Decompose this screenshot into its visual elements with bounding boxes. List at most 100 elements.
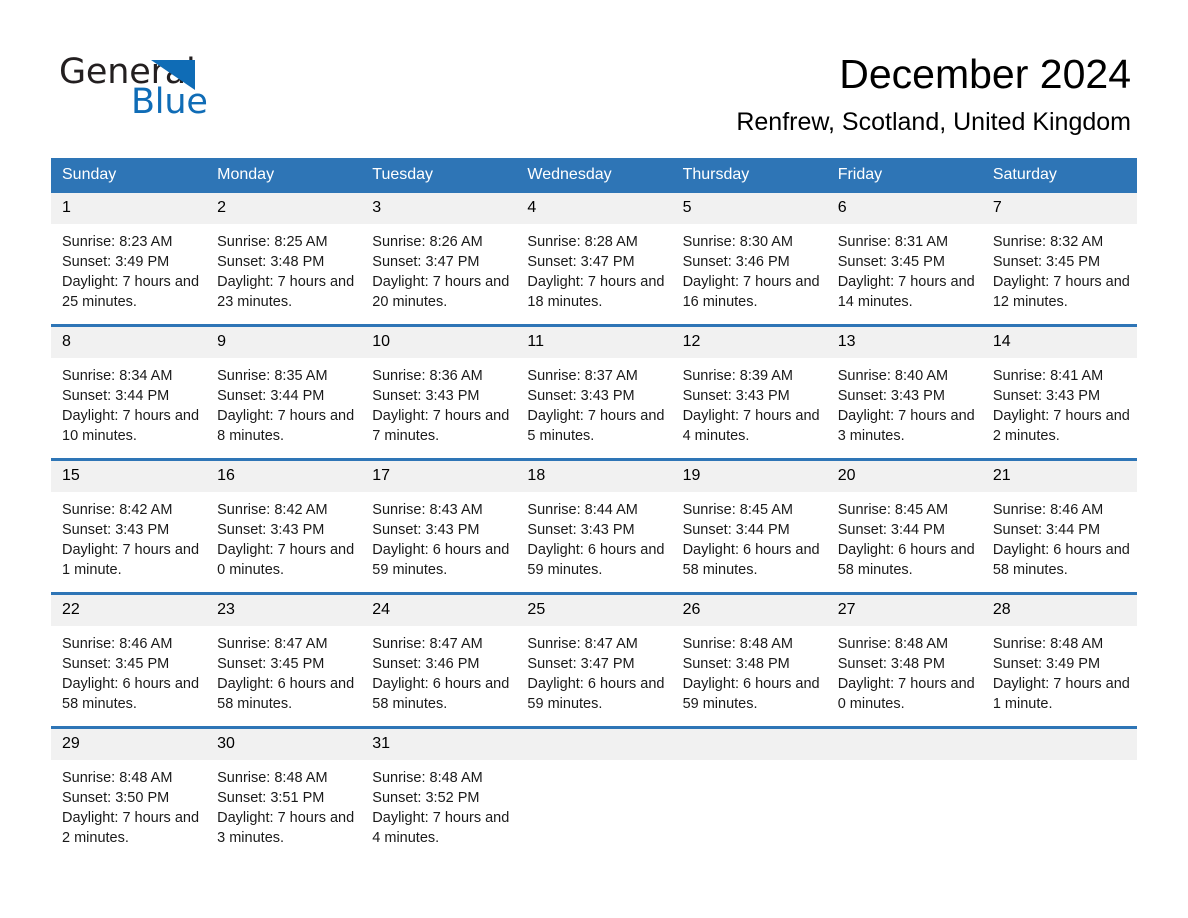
day-details: Sunrise: 8:42 AM Sunset: 3:43 PM Dayligh… [62,502,200,578]
calendar-day-cell[interactable]: 16 Sunrise: 8:42 AM Sunset: 3:43 PM Dayli… [206,461,362,578]
calendar-page: General Blue December 2024 Renfrew, Scot… [0,0,1188,918]
general-blue-logo: General Blue [59,52,289,124]
page-header: General Blue December 2024 Renfrew, Scot… [0,0,1188,152]
weekday-header-friday: Friday [826,158,982,193]
calendar-day-cell[interactable]: 31 Sunrise: 8:48 AM Sunset: 3:52 PM Dayli… [361,729,517,846]
calendar-day-cell[interactable]: 26 Sunrise: 8:48 AM Sunset: 3:48 PM Dayli… [671,595,827,712]
day-details: Sunrise: 8:37 AM Sunset: 3:43 PM Dayligh… [527,368,665,444]
calendar-day-cell[interactable]: 23 Sunrise: 8:47 AM Sunset: 3:45 PM Dayli… [206,595,362,712]
calendar-body: 1 Sunrise: 8:23 AM Sunset: 3:49 PM Daylig… [51,193,1137,846]
calendar-day-cell[interactable]: 2 Sunrise: 8:25 AM Sunset: 3:48 PM Daylig… [206,193,362,310]
day-number: 22 [51,595,207,626]
day-details: Sunrise: 8:45 AM Sunset: 3:44 PM Dayligh… [682,502,820,578]
day-number: 14 [981,327,1137,358]
day-details: Sunrise: 8:30 AM Sunset: 3:46 PM Dayligh… [682,234,820,310]
week-spacer [51,310,1137,326]
calendar-day-cell[interactable]: 17 Sunrise: 8:43 AM Sunset: 3:43 PM Dayli… [361,461,517,578]
calendar-day-cell[interactable]: 6 Sunrise: 8:31 AM Sunset: 3:45 PM Daylig… [826,193,982,310]
calendar-day-cell[interactable]: 9 Sunrise: 8:35 AM Sunset: 3:44 PM Daylig… [206,327,362,444]
weekday-header-sunday: Sunday [51,158,207,193]
day-number: 21 [981,461,1137,492]
calendar-day-cell[interactable]: 13 Sunrise: 8:40 AM Sunset: 3:43 PM Dayli… [826,327,982,444]
calendar-day-cell[interactable]: 1 Sunrise: 8:23 AM Sunset: 3:49 PM Daylig… [51,193,207,310]
day-number: 17 [361,461,517,492]
day-number: 19 [671,461,827,492]
day-details: Sunrise: 8:45 AM Sunset: 3:44 PM Dayligh… [837,502,975,578]
calendar-day-cell[interactable]: 21 Sunrise: 8:46 AM Sunset: 3:44 PM Dayli… [981,461,1137,578]
day-number: 26 [671,595,827,626]
calendar-day-cell[interactable]: 11 Sunrise: 8:37 AM Sunset: 3:43 PM Dayli… [516,327,672,444]
day-number: 12 [671,327,827,358]
day-details: Sunrise: 8:39 AM Sunset: 3:43 PM Dayligh… [682,368,820,444]
calendar-week-row: 29 Sunrise: 8:48 AM Sunset: 3:50 PM Dayli… [51,726,1137,846]
day-details: Sunrise: 8:46 AM Sunset: 3:45 PM Dayligh… [62,636,200,712]
weekday-header-thursday: Thursday [671,158,827,193]
calendar-day-cell[interactable]: 14 Sunrise: 8:41 AM Sunset: 3:43 PM Dayli… [981,327,1137,444]
calendar-day-cell[interactable]: 18 Sunrise: 8:44 AM Sunset: 3:43 PM Dayli… [516,461,672,578]
calendar-day-cell[interactable]: 7 Sunrise: 8:32 AM Sunset: 3:45 PM Daylig… [981,193,1137,310]
day-number: 16 [206,461,362,492]
calendar-day-cell[interactable]: 22 Sunrise: 8:46 AM Sunset: 3:45 PM Dayli… [51,595,207,712]
calendar-week-row: 1 Sunrise: 8:23 AM Sunset: 3:49 PM Daylig… [51,193,1137,310]
day-details: Sunrise: 8:47 AM Sunset: 3:45 PM Dayligh… [217,636,355,712]
day-number: 18 [516,461,672,492]
calendar-day-cell[interactable]: 8 Sunrise: 8:34 AM Sunset: 3:44 PM Daylig… [51,327,207,444]
day-details: Sunrise: 8:28 AM Sunset: 3:47 PM Dayligh… [527,234,665,310]
calendar-day-cell[interactable]: 3 Sunrise: 8:26 AM Sunset: 3:47 PM Daylig… [361,193,517,310]
day-details: Sunrise: 8:48 AM Sunset: 3:49 PM Dayligh… [992,636,1130,712]
calendar-day-cell[interactable]: 4 Sunrise: 8:28 AM Sunset: 3:47 PM Daylig… [516,193,672,310]
day-details: Sunrise: 8:40 AM Sunset: 3:43 PM Dayligh… [837,368,975,444]
day-details: Sunrise: 8:47 AM Sunset: 3:46 PM Dayligh… [372,636,510,712]
day-details: Sunrise: 8:25 AM Sunset: 3:48 PM Dayligh… [217,234,355,310]
day-details: Sunrise: 8:48 AM Sunset: 3:48 PM Dayligh… [682,636,820,712]
day-details: Sunrise: 8:48 AM Sunset: 3:48 PM Dayligh… [837,636,975,712]
week-spacer [51,578,1137,594]
calendar-day-cell[interactable]: 15 Sunrise: 8:42 AM Sunset: 3:43 PM Dayli… [51,461,207,578]
day-number: 7 [981,193,1137,224]
day-number: 9 [206,327,362,358]
day-number: 13 [826,327,982,358]
day-number: 27 [826,595,982,626]
page-subtitle: Renfrew, Scotland, United Kingdom [736,108,1131,136]
day-number [671,729,827,760]
calendar-day-cell[interactable]: 19 Sunrise: 8:45 AM Sunset: 3:44 PM Dayli… [671,461,827,578]
calendar-day-cell[interactable]: 28 Sunrise: 8:48 AM Sunset: 3:49 PM Dayli… [981,595,1137,712]
day-details: Sunrise: 8:48 AM Sunset: 3:52 PM Dayligh… [372,770,510,846]
day-number: 28 [981,595,1137,626]
day-number: 6 [826,193,982,224]
calendar-day-cell-empty [516,729,672,846]
day-details: Sunrise: 8:35 AM Sunset: 3:44 PM Dayligh… [217,368,355,444]
calendar-day-cell[interactable]: 27 Sunrise: 8:48 AM Sunset: 3:48 PM Dayli… [826,595,982,712]
day-details: Sunrise: 8:48 AM Sunset: 3:50 PM Dayligh… [62,770,200,846]
calendar-day-cell[interactable]: 5 Sunrise: 8:30 AM Sunset: 3:46 PM Daylig… [671,193,827,310]
weekday-header-monday: Monday [206,158,362,193]
calendar-day-cell[interactable]: 25 Sunrise: 8:47 AM Sunset: 3:47 PM Dayli… [516,595,672,712]
week-spacer [51,712,1137,728]
calendar-day-cell-empty [826,729,982,846]
week-spacer [51,444,1137,460]
weekday-header-saturday: Saturday [981,158,1137,193]
calendar-day-cell-empty [671,729,827,846]
day-details: Sunrise: 8:43 AM Sunset: 3:43 PM Dayligh… [372,502,510,578]
calendar-day-cell[interactable]: 30 Sunrise: 8:48 AM Sunset: 3:51 PM Dayli… [206,729,362,846]
day-number: 30 [206,729,362,760]
calendar-day-cell[interactable]: 20 Sunrise: 8:45 AM Sunset: 3:44 PM Dayli… [826,461,982,578]
title-block: December 2024 Renfrew, Scotland, United … [431,48,1131,137]
calendar-day-cell[interactable]: 24 Sunrise: 8:47 AM Sunset: 3:46 PM Dayli… [361,595,517,712]
calendar-day-cell[interactable]: 12 Sunrise: 8:39 AM Sunset: 3:43 PM Dayli… [671,327,827,444]
calendar-day-cell-empty [981,729,1137,846]
day-number: 25 [516,595,672,626]
calendar-day-cell[interactable]: 29 Sunrise: 8:48 AM Sunset: 3:50 PM Dayli… [51,729,207,846]
weekday-header-wednesday: Wednesday [516,158,672,193]
day-number: 10 [361,327,517,358]
day-number: 15 [51,461,207,492]
day-number: 8 [51,327,207,358]
calendar-week-row: 15 Sunrise: 8:42 AM Sunset: 3:43 PM Dayli… [51,458,1137,578]
day-number: 11 [516,327,672,358]
day-number: 24 [361,595,517,626]
page-title: December 2024 [839,51,1131,97]
day-details: Sunrise: 8:46 AM Sunset: 3:44 PM Dayligh… [992,502,1130,578]
day-number: 4 [516,193,672,224]
calendar-header-row: Sunday Monday Tuesday Wednesday Thursday… [51,158,1137,193]
calendar-day-cell[interactable]: 10 Sunrise: 8:36 AM Sunset: 3:43 PM Dayli… [361,327,517,444]
